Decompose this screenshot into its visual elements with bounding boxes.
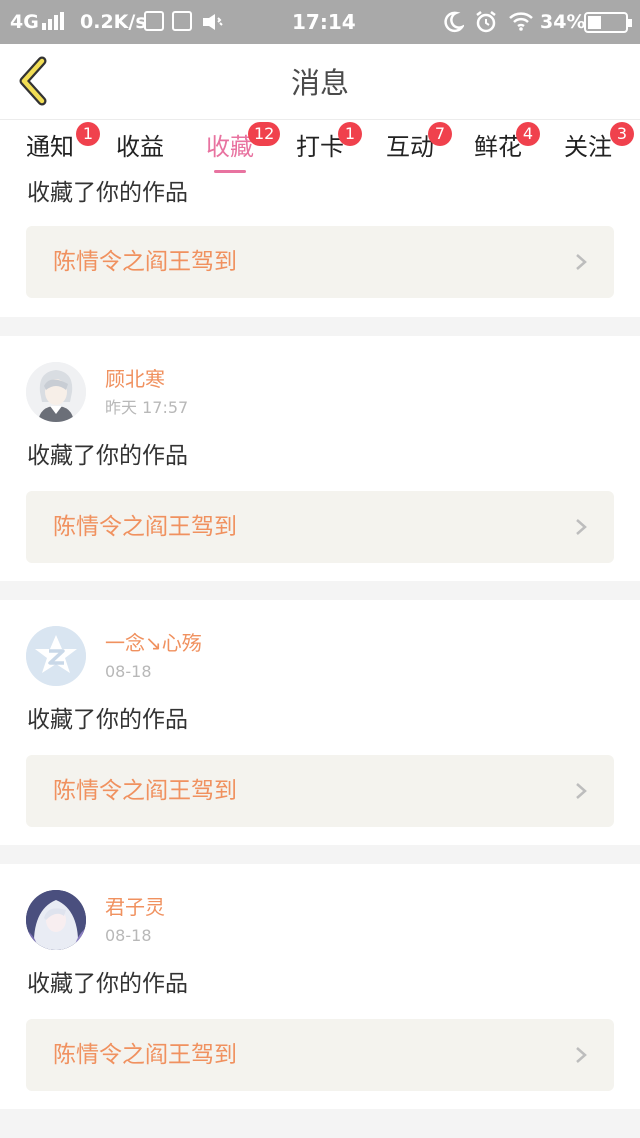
username[interactable]: 君子灵	[105, 894, 165, 920]
network-type: 4G	[10, 11, 39, 33]
work-link[interactable]: 陈情令之阎王驾到	[26, 1019, 614, 1091]
tab-bar: 通知 1 收益 收藏 12 打卡 1 互动 7 鲜花 4 关注 3	[0, 120, 640, 176]
favorites-feed[interactable]: 收藏了你的作品 陈情令之阎王驾到 顾北寒 昨天 17:57 收藏了你的作品 陈情…	[0, 176, 640, 1138]
tab-label: 鲜花	[474, 133, 522, 161]
work-link[interactable]: 陈情令之阎王驾到	[26, 226, 614, 298]
avatar[interactable]	[26, 362, 86, 422]
page-title: 消息	[290, 66, 349, 100]
header: 消息	[0, 44, 640, 120]
username[interactable]: 一念↘心殇	[105, 630, 202, 656]
list-item: 君子灵 08-18 收藏了你的作品 陈情令之阎王驾到	[0, 864, 640, 1109]
chevron-right-icon	[576, 519, 587, 535]
avatar[interactable]	[26, 890, 86, 950]
alarm-icon	[476, 11, 496, 33]
list-item: 一念↘心殇 08-18 收藏了你的作品 陈情令之阎王驾到	[0, 600, 640, 845]
action-text: 收藏了你的作品	[27, 707, 188, 733]
unread-badge: 1	[338, 122, 362, 146]
app-notification-icon	[172, 11, 192, 31]
battery-percent: 34%	[540, 11, 586, 33]
tab-favorites[interactable]: 收藏 12	[206, 122, 281, 174]
status-bar: 4G 0.2K/s 17:14 34%	[0, 0, 640, 44]
work-title: 陈情令之阎王驾到	[53, 249, 237, 275]
tab-label: 互动	[386, 133, 434, 161]
vibrate-icon	[203, 14, 223, 30]
timestamp: 08-18	[105, 662, 152, 681]
tab-label: 收藏	[206, 133, 254, 161]
tab-label: 打卡	[296, 133, 344, 161]
work-link[interactable]: 陈情令之阎王驾到	[26, 491, 614, 563]
work-title: 陈情令之阎王驾到	[53, 1042, 237, 1068]
wifi-icon	[509, 12, 533, 31]
tab-check-in[interactable]: 打卡 1	[296, 122, 362, 174]
battery-icon	[584, 12, 632, 33]
action-text: 收藏了你的作品	[27, 443, 188, 469]
unread-badge: 3	[610, 122, 634, 146]
timestamp: 08-18	[105, 926, 152, 945]
list-item: 收藏了你的作品 陈情令之阎王驾到	[0, 176, 640, 317]
list-item: 顾北寒 昨天 17:57 收藏了你的作品 陈情令之阎王驾到	[0, 336, 640, 581]
network-speed: 0.2K/s	[80, 11, 147, 33]
action-text: 收藏了你的作品	[27, 180, 188, 206]
clock: 17:14	[292, 10, 356, 34]
work-title: 陈情令之阎王驾到	[53, 514, 237, 540]
chevron-right-icon	[576, 1047, 587, 1063]
unread-badge: 1	[76, 122, 100, 146]
action-text: 收藏了你的作品	[27, 971, 188, 997]
signal-icon	[42, 12, 64, 30]
work-title: 陈情令之阎王驾到	[53, 778, 237, 804]
mail-icon	[144, 11, 164, 31]
active-tab-indicator	[214, 170, 246, 173]
chevron-right-icon	[576, 783, 587, 799]
unread-badge: 4	[516, 122, 540, 146]
username[interactable]: 顾北寒	[105, 366, 165, 392]
tab-label: 关注	[564, 133, 612, 161]
unread-badge: 12	[248, 122, 281, 146]
work-link[interactable]: 陈情令之阎王驾到	[26, 755, 614, 827]
tab-flowers[interactable]: 鲜花 4	[474, 122, 540, 174]
timestamp: 昨天 17:57	[105, 398, 189, 417]
chevron-right-icon	[576, 254, 587, 270]
tab-interactions[interactable]: 互动 7	[386, 122, 452, 174]
unread-badge: 7	[428, 122, 452, 146]
tab-notifications[interactable]: 通知 1	[26, 122, 100, 174]
tab-earnings[interactable]: 收益	[116, 130, 164, 174]
tab-follows[interactable]: 关注 3	[564, 122, 634, 174]
tab-label: 通知	[26, 133, 74, 161]
avatar[interactable]	[26, 626, 86, 686]
tab-label: 收益	[116, 133, 164, 161]
do-not-disturb-icon	[444, 11, 464, 33]
